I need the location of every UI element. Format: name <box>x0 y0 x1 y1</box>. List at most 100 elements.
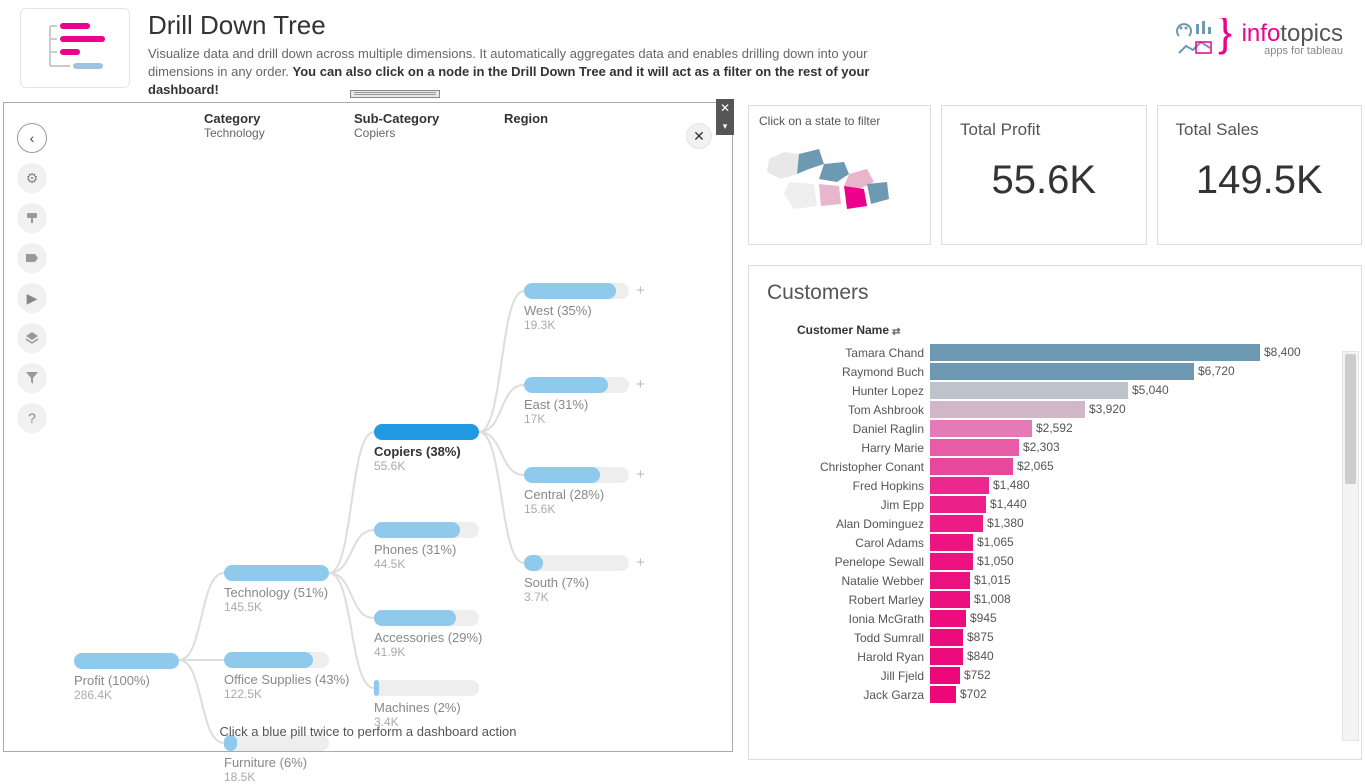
customer-name: Hunter Lopez <box>767 384 930 398</box>
customer-value: $1,015 <box>974 573 1011 587</box>
customer-row[interactable]: Daniel Raglin$2,592 <box>767 419 1343 438</box>
customer-row[interactable]: Alan Dominguez$1,380 <box>767 514 1343 533</box>
customer-row[interactable]: Todd Sumrall$875 <box>767 628 1343 647</box>
kpi-profit: Total Profit 55.6K <box>941 105 1147 245</box>
layers-icon[interactable] <box>17 323 47 353</box>
customer-value: $1,008 <box>974 592 1011 606</box>
map-card: Click on a state to filter <box>748 105 931 245</box>
back-button[interactable]: ‹ <box>17 123 47 153</box>
node-central[interactable] <box>524 467 629 483</box>
sort-icon[interactable]: ⇅ <box>890 327 901 335</box>
customer-row[interactable]: Jill Fjeld$752 <box>767 666 1343 685</box>
expand-west-icon[interactable]: + <box>636 282 645 299</box>
customer-value: $3,920 <box>1089 402 1126 416</box>
customer-bar <box>930 667 960 684</box>
customer-name: Jill Fjeld <box>767 669 930 683</box>
header-category: Category <box>204 111 334 126</box>
customer-row[interactable]: Fred Hopkins$1,480 <box>767 476 1343 495</box>
customer-row[interactable]: Penelope Sewall $1,050 <box>767 552 1343 571</box>
customer-bar <box>930 629 963 646</box>
us-map[interactable] <box>759 134 919 224</box>
node-copiers[interactable] <box>374 424 479 440</box>
tree-toolbar: ‹ ⚙ ▶ ? <box>12 123 52 433</box>
customer-row[interactable]: Raymond Buch$6,720 <box>767 362 1343 381</box>
customer-bar <box>930 686 956 703</box>
close-icon[interactable]: ✕ <box>716 99 734 117</box>
node-office-supplies[interactable] <box>224 652 329 668</box>
header-subcategory: Sub-Category <box>354 111 484 126</box>
gear-icon[interactable]: ⚙ <box>17 163 47 193</box>
customer-value: $2,592 <box>1036 421 1073 435</box>
customer-row[interactable]: Hunter Lopez $5,040 <box>767 381 1343 400</box>
expand-central-icon[interactable]: + <box>636 466 645 483</box>
header: Drill Down Tree Visualize data and drill… <box>0 0 1365 104</box>
drag-handle[interactable] <box>350 90 440 98</box>
node-phones[interactable] <box>374 522 479 538</box>
customer-name: Penelope Sewall <box>767 555 930 569</box>
node-south[interactable] <box>524 555 629 571</box>
map-title: Click on a state to filter <box>759 114 920 128</box>
customer-row[interactable]: Ionia McGrath$945 <box>767 609 1343 628</box>
customer-row[interactable]: Christopher Conant$2,065 <box>767 457 1343 476</box>
customer-name: Christopher Conant <box>767 460 930 474</box>
tag-icon[interactable] <box>17 243 47 273</box>
kpi-profit-value: 55.6K <box>960 158 1128 203</box>
customers-title: Customers <box>767 281 1343 305</box>
page-description: Visualize data and drill down across mul… <box>148 45 928 100</box>
customer-value: $5,040 <box>1132 383 1169 397</box>
node-machines[interactable] <box>374 680 479 696</box>
customer-row[interactable]: Robert Marley$1,008 <box>767 590 1343 609</box>
node-profit[interactable] <box>74 653 179 669</box>
customer-bar <box>930 496 986 513</box>
customer-name: Harold Ryan <box>767 650 930 664</box>
expand-south-icon[interactable]: + <box>636 554 645 571</box>
customer-name: Ionia McGrath <box>767 612 930 626</box>
node-west-label: West (35%)19.3K <box>524 303 592 332</box>
node-accessories[interactable] <box>374 610 479 626</box>
tree-panel: ✕ ▾ ‹ ⚙ ▶ ? CategoryTechnology Sub-Categ… <box>3 102 733 752</box>
panel-menu-icon[interactable]: ▾ <box>716 117 734 135</box>
expand-east-icon[interactable]: + <box>636 376 645 393</box>
tree-close-button[interactable]: ✕ <box>686 123 712 149</box>
customer-value: $2,303 <box>1023 440 1060 454</box>
tree-headers: CategoryTechnology Sub-CategoryCopiers R… <box>204 111 634 140</box>
customer-row[interactable]: Jack Garza$702 <box>767 685 1343 704</box>
paint-icon[interactable] <box>17 203 47 233</box>
node-technology[interactable] <box>224 565 329 581</box>
scrollbar-thumb[interactable] <box>1345 354 1356 484</box>
customer-bar <box>930 458 1013 475</box>
page-title: Drill Down Tree <box>148 10 1345 41</box>
customer-bar <box>930 553 973 570</box>
customers-axis-label[interactable]: Customer Name⇅ <box>767 323 1343 337</box>
logo-text: infotopics <box>1242 20 1343 48</box>
customer-row[interactable]: Tamara Chand$8,400 <box>767 343 1343 362</box>
customer-row[interactable]: Natalie Webber$1,015 <box>767 571 1343 590</box>
node-east-label: East (31%)17K <box>524 397 588 426</box>
customer-value: $1,050 <box>977 554 1014 568</box>
customer-bar <box>930 591 970 608</box>
customer-row[interactable]: Harold Ryan$840 <box>767 647 1343 666</box>
node-east[interactable] <box>524 377 629 393</box>
customer-name: Tom Ashbrook <box>767 403 930 417</box>
kpi-sales: Total Sales 149.5K <box>1157 105 1363 245</box>
customer-name: Alan Dominguez <box>767 517 930 531</box>
tree-hint: Click a blue pill twice to perform a das… <box>4 724 732 739</box>
node-phones-label: Phones (31%)44.5K <box>374 542 456 571</box>
customer-value: $1,480 <box>993 478 1030 492</box>
filter-icon[interactable] <box>17 363 47 393</box>
customer-name: Tamara Chand <box>767 346 930 360</box>
customer-row[interactable]: Harry Marie$2,303 <box>767 438 1343 457</box>
kpi-sales-value: 149.5K <box>1176 158 1344 203</box>
app-icon <box>20 8 130 88</box>
customer-row[interactable]: Tom Ashbrook $3,920 <box>767 400 1343 419</box>
customer-name: Todd Sumrall <box>767 631 930 645</box>
help-icon[interactable]: ? <box>17 403 47 433</box>
scrollbar[interactable] <box>1342 351 1359 741</box>
customer-value: $1,065 <box>977 535 1014 549</box>
customer-row[interactable]: Jim Epp$1,440 <box>767 495 1343 514</box>
customer-row[interactable]: Carol Adams$1,065 <box>767 533 1343 552</box>
node-west[interactable] <box>524 283 629 299</box>
play-icon[interactable]: ▶ <box>17 283 47 313</box>
customer-bar <box>930 344 1260 361</box>
node-copiers-label: Copiers (38%)55.6K <box>374 444 461 473</box>
